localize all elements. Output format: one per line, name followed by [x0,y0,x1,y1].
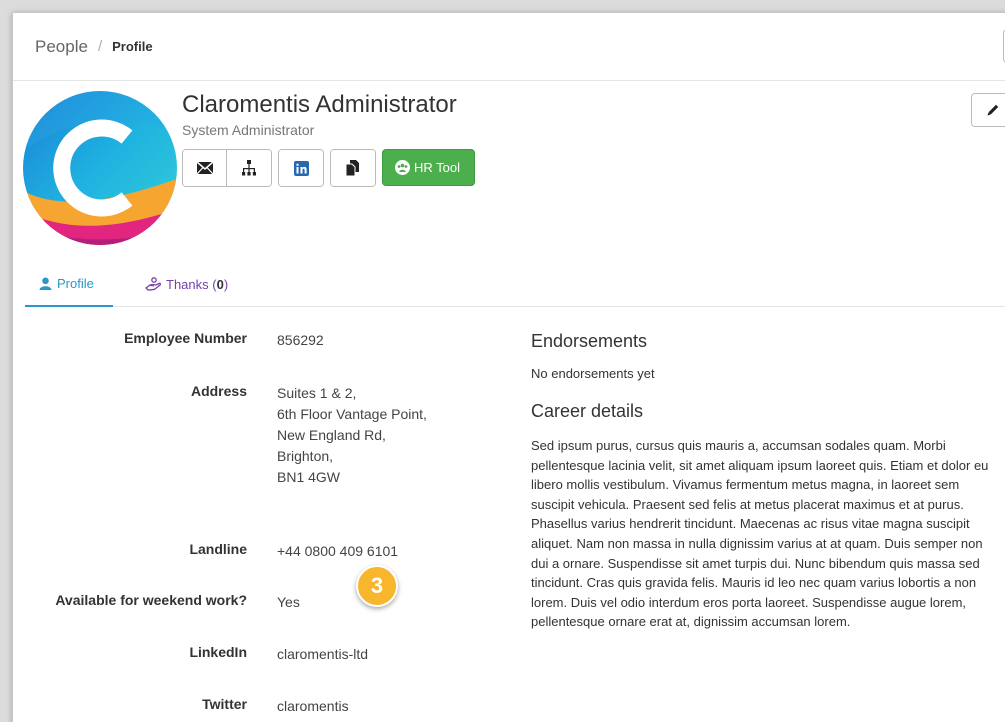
tab-thanks-label: Thanks ( [166,276,217,292]
address-line: 6th Floor Vantage Point, [277,406,427,422]
tab-profile-label: Profile [57,275,94,291]
edit-profile-button[interactable] [971,93,1005,127]
career-text: Sed ipsum purus, cursus quis mauris a, a… [531,438,989,630]
contact-button-group [182,149,272,187]
address-line: New England Rd, [277,427,386,443]
documents-button-group [330,149,376,187]
org-chart-icon [242,160,256,176]
detail-value: claromentis [277,698,349,714]
tab-thanks-close: ) [223,276,229,292]
people-group-icon [395,160,410,175]
person-name: Claromentis Administrator [182,91,457,118]
envelope-icon [196,162,213,174]
breadcrumb-people-link[interactable]: People [35,37,88,57]
detail-label: LinkedIn [189,644,247,660]
detail-label: Landline [189,541,247,557]
profile-side-panel: Endorsements No endorsements yet Career … [531,331,1005,632]
org-chart-button[interactable] [227,150,271,186]
person-role: System Administrator [182,122,315,138]
avatar [23,91,177,245]
linkedin-icon [293,160,309,176]
user-icon [39,277,52,290]
profile-tabs: Profile Thanks (0) [25,261,1005,307]
detail-label: Available for weekend work? [55,592,247,608]
breadcrumb-separator: / [97,38,103,55]
profile-card: People / Profile Claromentis Administrat… [12,12,1005,722]
thanks-hand-icon [145,277,161,291]
detail-value: 856292 [277,332,324,348]
email-button[interactable] [183,150,227,186]
detail-value: Yes [277,594,300,610]
endorsements-empty: No endorsements yet [531,366,655,381]
linkedin-button-group [278,149,324,187]
thanks-count: 0 [216,276,224,292]
tab-profile[interactable]: Profile [25,261,113,307]
career-title: Career details [531,401,644,421]
profile-actions: HR Tool [182,149,476,187]
detail-value: claromentis-ltd [277,646,369,662]
pencil-icon [987,104,999,116]
address-line: BN1 4GW [277,469,341,485]
detail-label: Employee Number [124,330,247,346]
detail-value: Suites 1 & 2, 6th Floor Vantage Point, N… [277,383,427,488]
hr-tool-button[interactable]: HR Tool [382,149,476,186]
hr-tool-label: HR Tool [414,160,461,175]
breadcrumb-current: Profile [112,39,153,54]
detail-value: +44 0800 409 6101 [277,543,399,559]
address-line: Suites 1 & 2, [277,385,357,401]
breadcrumb: People / Profile [13,13,1005,81]
address-line: Brighton, [277,448,334,464]
documents-button[interactable] [331,150,375,186]
endorsements-title: Endorsements [531,331,648,351]
linkedin-button[interactable] [279,150,323,186]
detail-label: Address [190,383,247,399]
documents-icon [345,160,359,176]
tab-thanks[interactable]: Thanks (0) [131,261,228,307]
step-badge: 3 [356,565,398,607]
detail-label: Twitter [202,696,247,712]
